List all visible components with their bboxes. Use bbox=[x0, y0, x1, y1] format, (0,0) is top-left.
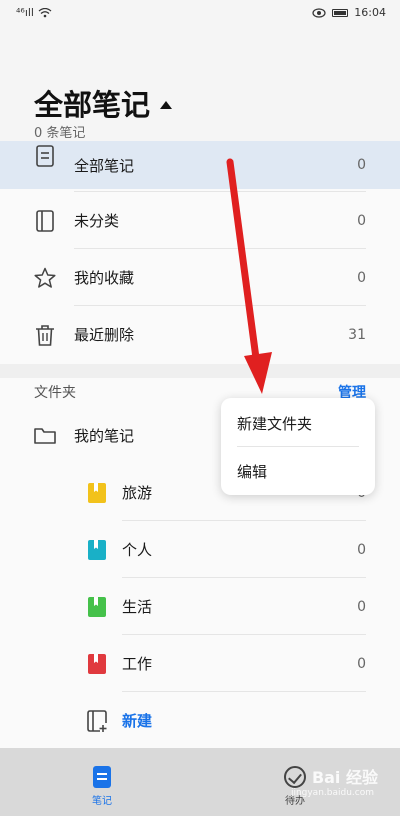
signal-indicators: ⁴⁶ıll bbox=[16, 6, 52, 19]
watermark-text: Bai 经验 bbox=[311, 768, 378, 787]
notebook-yellow-icon bbox=[88, 482, 106, 503]
divider bbox=[74, 191, 366, 192]
status-right: 16:04 bbox=[312, 6, 386, 19]
folder-label: 个人 bbox=[122, 541, 153, 559]
divider bbox=[237, 446, 359, 447]
new-notebook-icon bbox=[87, 709, 107, 732]
trash-icon bbox=[36, 324, 54, 346]
folder-label: 旅游 bbox=[122, 484, 153, 502]
note-count-subtitle: 0 条笔记 bbox=[34, 126, 86, 141]
category-item-uncategorized[interactable]: 未分类 0 bbox=[0, 191, 400, 249]
notebook-green-icon bbox=[88, 596, 106, 617]
nav-notes-label: 笔记 bbox=[92, 796, 112, 807]
folder-section-label: 文件夹 bbox=[34, 385, 76, 401]
notes-icon bbox=[36, 145, 54, 167]
watermark-url: jingyan.baidu.com bbox=[290, 788, 374, 798]
folder-icon bbox=[34, 427, 56, 444]
folder-count: 0 bbox=[357, 598, 366, 615]
battery-icon bbox=[332, 8, 349, 17]
new-folder-label: 新建 bbox=[122, 712, 153, 730]
category-count: 0 bbox=[357, 212, 366, 229]
folder-label: 生活 bbox=[122, 598, 153, 616]
folder-item-work[interactable]: 工作 0 bbox=[0, 635, 400, 692]
section-divider bbox=[0, 364, 400, 378]
notebook-red-icon bbox=[88, 653, 106, 674]
status-bar: ⁴⁶ıll 16:04 bbox=[0, 0, 400, 26]
menu-item-edit[interactable]: 编辑 bbox=[237, 461, 267, 482]
category-count: 0 bbox=[357, 157, 366, 173]
page-title[interactable]: 全部笔记 bbox=[34, 82, 173, 124]
category-label: 全部笔记 bbox=[74, 156, 135, 175]
status-time: 16:04 bbox=[354, 6, 386, 19]
nav-todo-tab[interactable]: 待办 bbox=[284, 766, 306, 807]
notebook-icon bbox=[36, 209, 54, 232]
watermark-logo: Bai 经验 bbox=[312, 764, 378, 788]
page-title-text: 全部笔记 bbox=[34, 88, 151, 122]
category-count: 0 bbox=[357, 269, 366, 286]
notebook-cyan-icon bbox=[88, 539, 106, 560]
popup-menu: 新建文件夹 编辑 bbox=[221, 398, 375, 495]
folder-item-life[interactable]: 生活 0 bbox=[0, 578, 400, 635]
category-label: 最近删除 bbox=[74, 326, 135, 344]
folder-count: 0 bbox=[357, 541, 366, 558]
category-label: 我的收藏 bbox=[74, 269, 135, 287]
new-folder-item[interactable]: 新建 bbox=[0, 692, 400, 749]
menu-item-new-folder[interactable]: 新建文件夹 bbox=[237, 413, 312, 434]
wifi-icon bbox=[38, 7, 52, 17]
eye-icon bbox=[312, 7, 326, 18]
signal-icon: ⁴⁶ıll bbox=[16, 6, 34, 19]
star-icon bbox=[34, 267, 56, 288]
category-item-all-notes[interactable]: 全部笔记 0 bbox=[0, 141, 400, 189]
notes-tab-icon bbox=[93, 766, 111, 788]
folder-label: 工作 bbox=[122, 655, 153, 673]
folder-item-personal[interactable]: 个人 0 bbox=[0, 521, 400, 578]
category-item-recently-deleted[interactable]: 最近删除 31 bbox=[0, 306, 400, 363]
todo-tab-icon bbox=[284, 766, 306, 788]
caret-up-icon bbox=[160, 101, 173, 109]
category-label: 未分类 bbox=[74, 212, 120, 230]
nav-notes-tab[interactable]: 笔记 bbox=[92, 766, 112, 807]
category-item-favorites[interactable]: 我的收藏 0 bbox=[0, 249, 400, 306]
category-list: 全部笔记 0 未分类 0 我的收藏 0 最近删除 31 bbox=[0, 141, 400, 364]
folder-label: 我的笔记 bbox=[74, 427, 135, 445]
folder-count: 0 bbox=[357, 655, 366, 672]
category-count: 31 bbox=[348, 326, 366, 343]
